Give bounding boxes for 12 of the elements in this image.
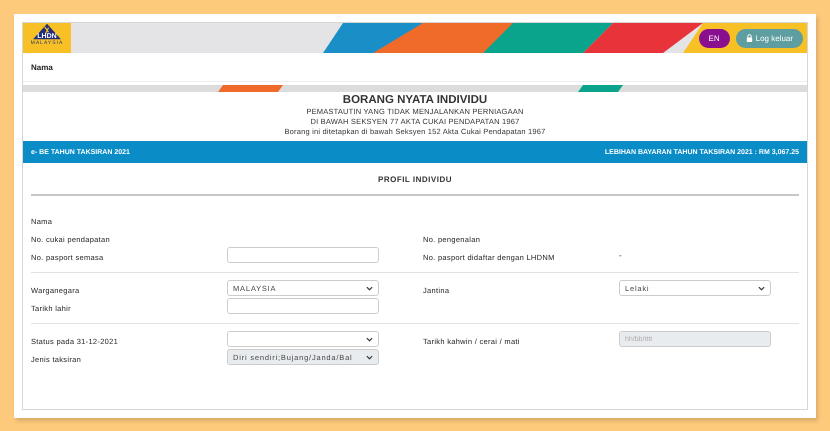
lock-icon [746, 34, 753, 42]
section-title: PROFIL INDIVIDU [31, 163, 799, 196]
form-title: BORANG NYATA INDIVIDU [342, 94, 488, 107]
input-field[interactable] [227, 298, 379, 314]
chevron-icon [758, 286, 765, 290]
select-field[interactable] [227, 331, 379, 347]
input-field[interactable] [227, 247, 379, 263]
chevron-icon [366, 336, 373, 342]
name-label: Nama [31, 62, 53, 72]
field-value: - [619, 250, 622, 260]
chevron-icon [366, 354, 373, 360]
chevron-icon [366, 286, 373, 290]
